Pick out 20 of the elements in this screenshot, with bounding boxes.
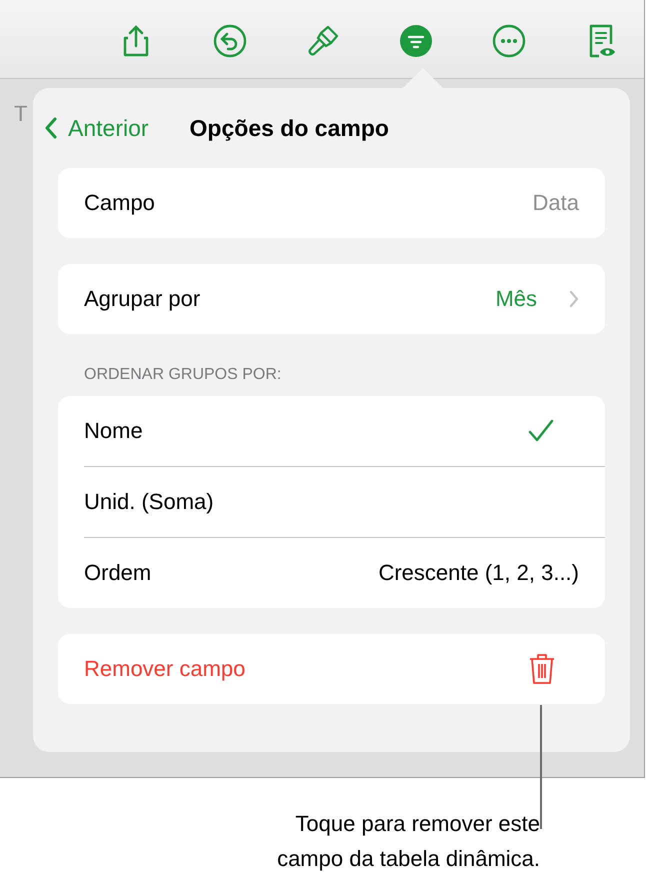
trash-icon[interactable] xyxy=(529,653,555,685)
option-item[interactable]: Nome xyxy=(84,418,528,444)
filter-button[interactable] xyxy=(398,23,434,59)
undo-button[interactable] xyxy=(212,23,248,59)
back-chevron-icon xyxy=(44,116,58,140)
row-label: Agrupar por xyxy=(84,286,202,312)
sheet-tab-label: T xyxy=(14,101,28,126)
row-value: Crescente (1, 2, 3...) xyxy=(378,560,579,586)
section-header: ORDENAR GRUPOS POR: xyxy=(84,366,282,384)
row-value[interactable]: Mês xyxy=(495,286,537,312)
popover-title: Opções do campo xyxy=(190,114,389,142)
remove-field-button[interactable]: Remover campo xyxy=(84,656,529,682)
more-button[interactable] xyxy=(491,23,527,59)
row-label: Campo xyxy=(84,190,156,216)
option-item[interactable]: Unid. (Soma) xyxy=(84,489,579,515)
row-label: Ordem xyxy=(84,560,152,586)
back-button[interactable]: Anterior xyxy=(44,114,149,142)
chevron-icon xyxy=(569,290,579,308)
callout-text: Toque para remover este campo da tabela dinâmica. xyxy=(277,810,540,873)
row-value: Data xyxy=(532,190,579,216)
